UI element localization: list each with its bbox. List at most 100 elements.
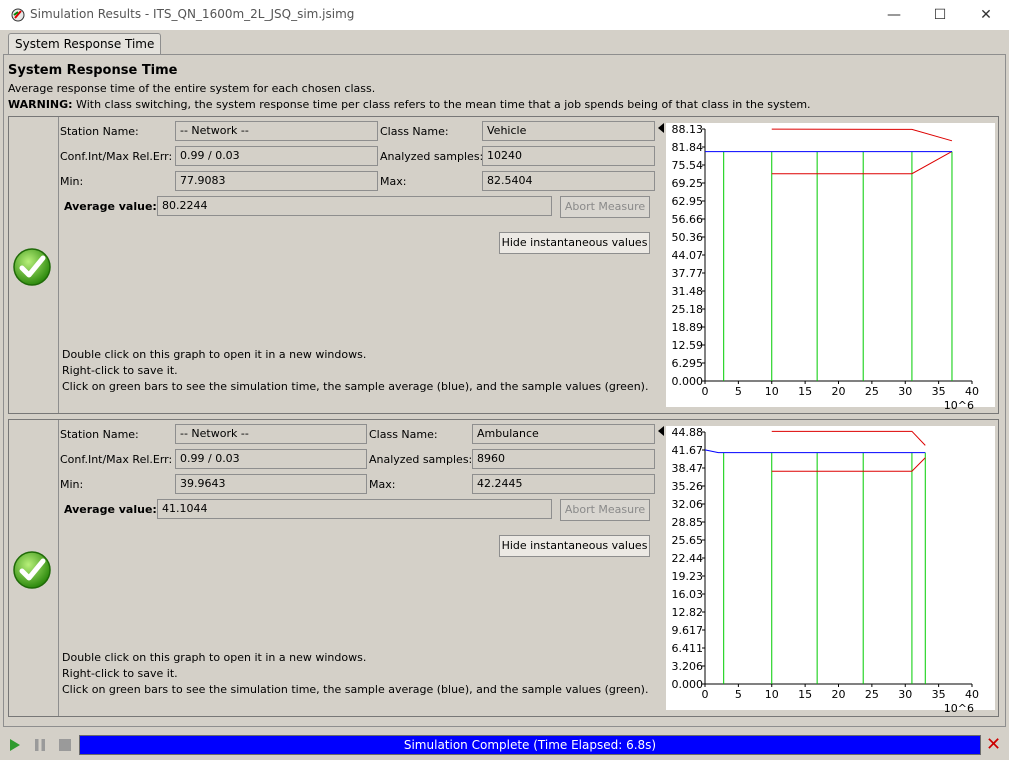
simulation-progress-bar: Simulation Complete (Time Elapsed: 6.8s) bbox=[79, 735, 981, 755]
status-column bbox=[9, 420, 59, 716]
x-unit-label: 10^6 bbox=[944, 702, 974, 714]
page-description: Average response time of the entire syst… bbox=[8, 82, 376, 95]
x-tick-label: 25 bbox=[865, 385, 879, 398]
hint-green-bars: Click on green bars to see the simulatio… bbox=[62, 380, 649, 393]
y-tick-label: 0.000 bbox=[672, 678, 704, 691]
average-value-label: Average value: bbox=[64, 503, 157, 516]
analyzed-samples-field: 8960 bbox=[472, 449, 655, 469]
x-tick-label: 10 bbox=[765, 688, 779, 701]
maximize-button[interactable]: ☐ bbox=[917, 0, 963, 30]
x-tick-label: 10 bbox=[765, 385, 779, 398]
minimize-button[interactable]: — bbox=[871, 0, 917, 30]
y-tick-label: 32.06 bbox=[672, 498, 704, 511]
pause-icon[interactable] bbox=[33, 738, 47, 752]
hide-instantaneous-values-button[interactable]: Hide instantaneous values bbox=[499, 232, 650, 254]
hint-open-graph: Double click on this graph to open it in… bbox=[62, 651, 367, 664]
x-unit-label: 10^6 bbox=[944, 399, 974, 411]
y-tick-label: 62.95 bbox=[672, 195, 704, 208]
warning-label: WARNING: bbox=[8, 98, 73, 111]
max-label: Max: bbox=[380, 175, 407, 188]
x-tick-label: 15 bbox=[798, 385, 812, 398]
chart-svg[interactable]: 0.000 6.295 12.59 18.89 25.18 31.48 37.77 44.07… bbox=[658, 121, 996, 412]
conf-int-label: Conf.Int/Max Rel.Err: bbox=[60, 150, 173, 163]
close-results-icon[interactable]: ✕ bbox=[986, 736, 1001, 754]
y-tick-label: 25.18 bbox=[672, 303, 704, 316]
measure-panel: Station Name: -- Network -- Class Name: … bbox=[8, 116, 999, 414]
y-tick-label: 3.206 bbox=[672, 660, 704, 673]
chart-background bbox=[666, 426, 995, 710]
y-tick-label: 9.617 bbox=[672, 624, 704, 637]
chart-svg[interactable]: 0.000 3.206 6.411 9.617 12.82 16.03 19.23 22.44… bbox=[658, 424, 996, 715]
y-tick-label: 25.65 bbox=[672, 534, 704, 547]
station-name-field: -- Network -- bbox=[175, 121, 378, 141]
average-value-label: Average value: bbox=[64, 200, 157, 213]
y-tick-label: 12.59 bbox=[672, 339, 704, 352]
y-tick-label: 16.03 bbox=[672, 588, 704, 601]
x-tick-label: 40 bbox=[965, 688, 979, 701]
collapse-arrow-icon[interactable] bbox=[658, 426, 664, 436]
x-tick-label: 35 bbox=[932, 385, 946, 398]
x-tick-label: 25 bbox=[865, 688, 879, 701]
y-tick-label: 44.07 bbox=[672, 249, 704, 262]
y-tick-label: 0.000 bbox=[672, 375, 704, 388]
average-value-field: 41.1044 bbox=[157, 499, 552, 519]
min-label: Min: bbox=[60, 175, 84, 188]
y-tick-label: 75.54 bbox=[672, 159, 704, 172]
min-field: 77.9083 bbox=[175, 171, 378, 191]
y-tick-label: 18.89 bbox=[672, 321, 704, 334]
y-tick-label: 81.84 bbox=[672, 141, 704, 154]
hint-open-graph: Double click on this graph to open it in… bbox=[62, 348, 367, 361]
abort-measure-button[interactable]: Abort Measure bbox=[560, 499, 650, 521]
y-tick-label: 28.85 bbox=[672, 516, 704, 529]
y-tick-label: 12.82 bbox=[672, 606, 704, 619]
y-tick-label: 50.36 bbox=[672, 231, 704, 244]
y-tick-label: 6.295 bbox=[672, 357, 704, 370]
station-name-label: Station Name: bbox=[60, 428, 139, 441]
x-tick-label: 0 bbox=[702, 688, 709, 701]
x-tick-label: 5 bbox=[735, 688, 742, 701]
hint-save-graph: Right-click to save it. bbox=[62, 364, 178, 377]
stop-icon[interactable] bbox=[58, 738, 72, 752]
class-name-field: Ambulance bbox=[472, 424, 655, 444]
min-label: Min: bbox=[60, 478, 84, 491]
analyzed-samples-field: 10240 bbox=[482, 146, 655, 166]
max-field: 42.2445 bbox=[472, 474, 655, 494]
y-tick-label: 69.25 bbox=[672, 177, 704, 190]
analyzed-samples-label: Analyzed samples: bbox=[369, 453, 473, 466]
x-tick-label: 30 bbox=[898, 688, 912, 701]
abort-measure-button[interactable]: Abort Measure bbox=[560, 196, 650, 218]
x-tick-label: 30 bbox=[898, 385, 912, 398]
hide-instantaneous-values-button[interactable]: Hide instantaneous values bbox=[499, 535, 650, 557]
status-column bbox=[9, 117, 59, 413]
measure-panel: Station Name: -- Network -- Class Name: … bbox=[8, 419, 999, 717]
x-tick-label: 0 bbox=[702, 385, 709, 398]
y-tick-label: 6.411 bbox=[672, 642, 704, 655]
response-time-chart[interactable]: 0.000 3.206 6.411 9.617 12.82 16.03 19.23 22.44… bbox=[658, 424, 996, 715]
status-bar: Simulation Complete (Time Elapsed: 6.8s)… bbox=[0, 733, 1009, 757]
warning-text: WARNING: With class switching, the syste… bbox=[8, 98, 811, 111]
average-value-field: 80.2244 bbox=[157, 196, 552, 216]
y-tick-label: 38.47 bbox=[672, 462, 704, 475]
y-tick-label: 22.44 bbox=[672, 552, 704, 565]
window-title: Simulation Results - ITS_QN_1600m_2L_JSQ… bbox=[30, 7, 355, 21]
class-name-label: Class Name: bbox=[380, 125, 449, 138]
warning-message: With class switching, the system respons… bbox=[72, 98, 811, 111]
chart-background bbox=[666, 123, 995, 407]
check-icon bbox=[13, 248, 51, 286]
collapse-arrow-icon[interactable] bbox=[658, 123, 664, 133]
min-field: 39.9643 bbox=[175, 474, 367, 494]
class-name-field: Vehicle bbox=[482, 121, 655, 141]
response-time-chart[interactable]: 0.000 6.295 12.59 18.89 25.18 31.48 37.77 44.07… bbox=[658, 121, 996, 412]
class-name-label: Class Name: bbox=[369, 428, 438, 441]
x-tick-label: 40 bbox=[965, 385, 979, 398]
x-tick-label: 15 bbox=[798, 688, 812, 701]
play-icon[interactable] bbox=[8, 738, 22, 752]
tab-system-response-time[interactable]: System Response Time bbox=[8, 33, 162, 54]
close-window-button[interactable]: ✕ bbox=[963, 0, 1009, 30]
x-tick-label: 20 bbox=[832, 385, 846, 398]
x-tick-label: 20 bbox=[832, 688, 846, 701]
y-tick-label: 19.23 bbox=[672, 570, 704, 583]
max-label: Max: bbox=[369, 478, 396, 491]
x-tick-label: 35 bbox=[932, 688, 946, 701]
max-field: 82.5404 bbox=[482, 171, 655, 191]
